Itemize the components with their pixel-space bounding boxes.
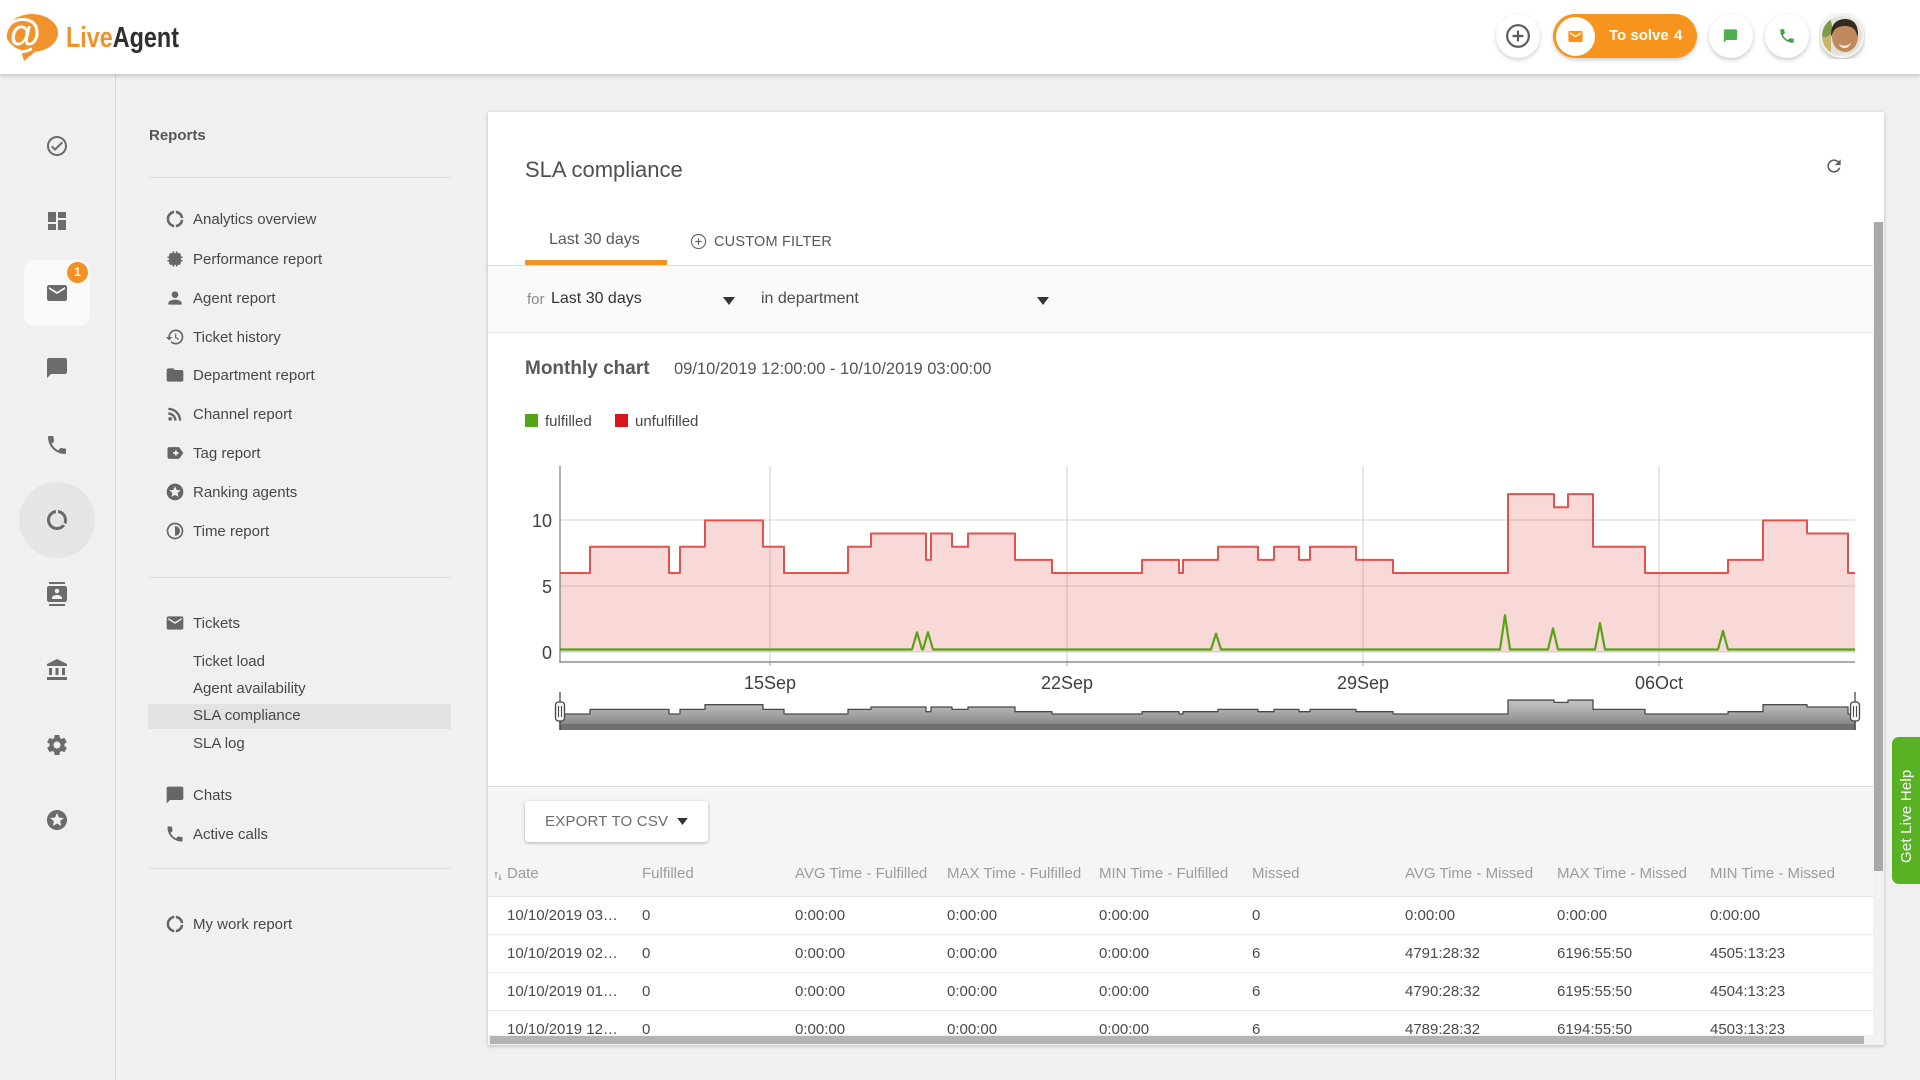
svg-text:06Oct: 06Oct [1635,673,1683,693]
svg-text:10: 10 [532,511,552,531]
svg-text:15Sep: 15Sep [744,673,796,693]
svg-text:LiveAgent: LiveAgent [66,22,179,54]
svg-text:0: 0 [542,643,552,663]
svg-text:22Sep: 22Sep [1041,673,1093,693]
svg-text:@: @ [1,10,41,56]
svg-text:5: 5 [542,577,552,597]
svg-text:29Sep: 29Sep [1337,673,1389,693]
